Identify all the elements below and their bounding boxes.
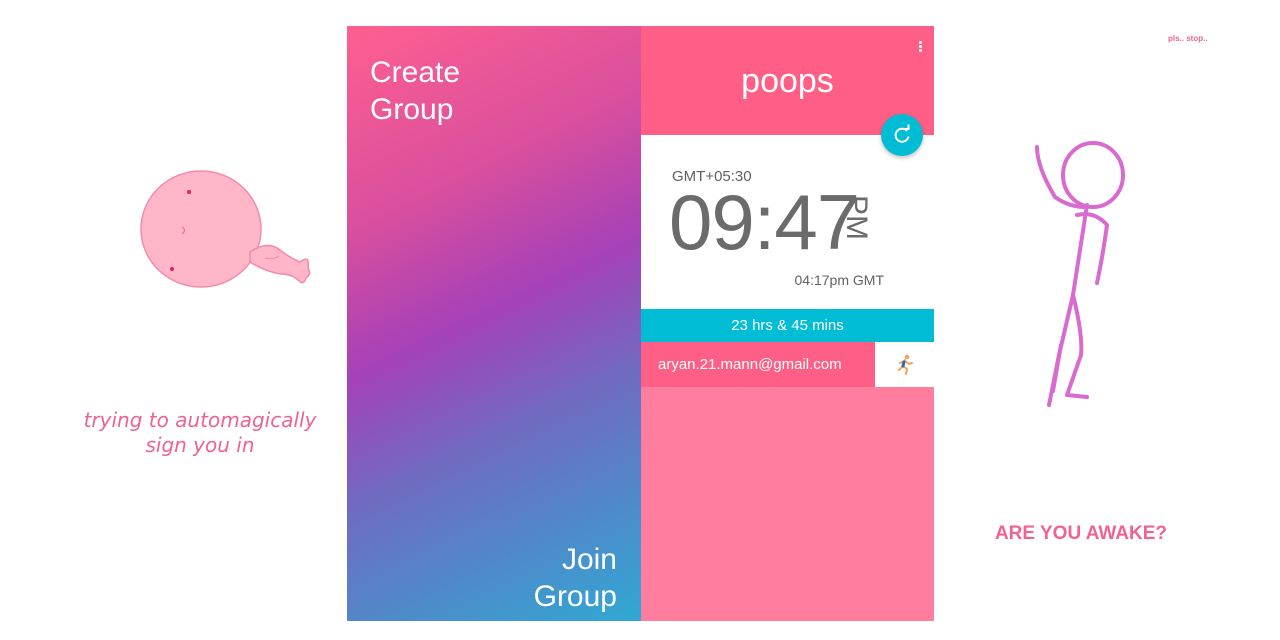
local-time: 09:47 [669,178,860,266]
join-group-button[interactable]: Join Group [497,541,617,615]
clock-card: GMT+05:30 09:47 PM 04:17pm GMT [641,135,934,309]
create-group-label-2: Group [370,93,454,126]
member-email: aryan.21.mann@gmail.com [658,356,842,373]
ampm-label: PM [840,195,873,240]
group-name: poops [741,62,834,100]
refresh-button[interactable] [881,114,923,156]
caption-line-2: sign you in [145,433,255,457]
create-group-label-1: Create [370,56,461,89]
countdown-bar: 23 hrs & 45 mins [641,309,934,342]
member-action-button[interactable] [875,342,934,387]
refresh-icon [894,124,910,143]
group-screen: poops GMT+05:30 09:47 PM 04:17pm GMT 23 … [641,26,934,621]
blob-illustration [140,170,311,288]
create-group-button[interactable]: Create Group [370,54,490,128]
running-person-icon [898,354,913,375]
join-group-label-2: Group [533,580,617,613]
tiny-caption: pls.. stop.. [1168,34,1208,43]
more-vert-icon[interactable] [916,40,924,56]
sign-in-status-caption: trying to automagically sign you in [60,408,340,458]
member-row[interactable]: aryan.21.mann@gmail.com [641,342,934,387]
stickman-illustration [1035,141,1125,407]
group-choice-screen: Create Group Join Group [347,26,641,621]
join-group-label-1: Join [561,543,617,576]
gmt-time: 04:17pm GMT [794,272,884,288]
caption-line-1: trying to automagically [83,408,317,432]
awake-heading: ARE YOU AWAKE? [994,523,1168,544]
